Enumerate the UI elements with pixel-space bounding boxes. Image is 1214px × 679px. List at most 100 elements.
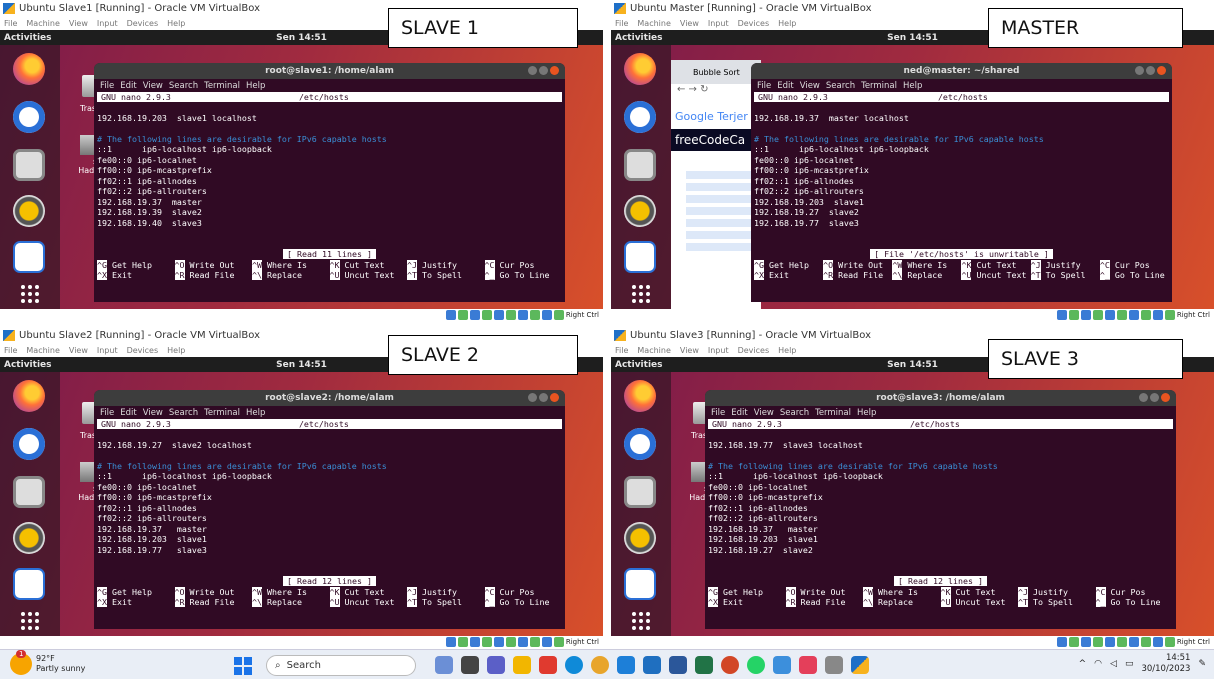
shared-folders-icon[interactable]: [493, 310, 504, 320]
vm-window-slave3[interactable]: Ubuntu Slave3 [Running] - Oracle VM Virt…: [611, 327, 1214, 649]
cpu-icon[interactable]: [529, 310, 540, 320]
thunderbird-icon[interactable]: [624, 101, 656, 133]
usb-icon[interactable]: [469, 637, 480, 647]
mouse-icon[interactable]: [1152, 310, 1163, 320]
maximize-icon[interactable]: [1150, 393, 1159, 402]
show-apps-icon[interactable]: [13, 277, 45, 309]
terminal-menu-item[interactable]: File: [100, 408, 114, 418]
vbox-menu-item[interactable]: View: [680, 346, 699, 355]
vm-window-slave1[interactable]: Ubuntu Slave1 [Running] - Oracle VM Virt…: [0, 0, 603, 322]
network-icon[interactable]: [481, 637, 492, 647]
mouse-icon[interactable]: [541, 310, 552, 320]
libreoffice-icon[interactable]: [624, 568, 656, 600]
firefox-icon[interactable]: [624, 53, 656, 85]
rhythmbox-icon[interactable]: [624, 522, 656, 554]
cpu-icon[interactable]: [529, 637, 540, 647]
vbox-menu-item[interactable]: Machine: [637, 19, 671, 28]
vbox-menu-item[interactable]: View: [680, 19, 699, 28]
mouse-icon[interactable]: [541, 637, 552, 647]
close-icon[interactable]: [550, 393, 559, 402]
terminal-menu-item[interactable]: File: [100, 81, 114, 91]
weather-widget[interactable]: 1 92°F Partly sunny: [10, 650, 85, 675]
cd-icon[interactable]: [457, 637, 468, 647]
keyboard-icon[interactable]: [553, 637, 564, 647]
files-icon[interactable]: [624, 476, 656, 508]
network-icon[interactable]: [1092, 637, 1103, 647]
minimize-icon[interactable]: [1139, 393, 1148, 402]
vbox-menu-item[interactable]: Help: [778, 19, 796, 28]
terminal-window[interactable]: root@slave3: /home/alam File Edit View Searc…: [705, 390, 1176, 629]
nano-editor[interactable]: GNU nano 2.9.3/etc/hosts 192.168.19.203 s…: [94, 92, 565, 281]
gnome-clock[interactable]: Sen 14:51: [276, 33, 327, 43]
gnome-clock[interactable]: Sen 14:51: [887, 360, 938, 370]
rhythmbox-icon[interactable]: [624, 195, 656, 227]
terminal-menu-item[interactable]: Terminal: [861, 81, 897, 91]
teams-icon[interactable]: [487, 656, 505, 674]
firefox-icon[interactable]: [13, 380, 45, 412]
shared-folders-icon[interactable]: [493, 637, 504, 647]
keyboard-icon[interactable]: [1164, 310, 1175, 320]
show-apps-icon[interactable]: [624, 604, 656, 636]
vbox-menu-item[interactable]: Help: [167, 19, 185, 28]
usb-icon[interactable]: [1080, 637, 1091, 647]
network-icon[interactable]: [481, 310, 492, 320]
vbox-menu-item[interactable]: Input: [97, 346, 118, 355]
terminal-menu-item[interactable]: Edit: [731, 408, 747, 418]
virtualbox-icon[interactable]: [851, 656, 869, 674]
files-icon[interactable]: [13, 149, 45, 181]
gnome-clock[interactable]: Sen 14:51: [276, 360, 327, 370]
edge-icon[interactable]: [565, 656, 583, 674]
terminal-menu-item[interactable]: Terminal: [815, 408, 851, 418]
cpu-icon[interactable]: [1140, 637, 1151, 647]
powerpoint-icon[interactable]: [721, 656, 739, 674]
vbox-menu-item[interactable]: Machine: [26, 346, 60, 355]
activities-button[interactable]: Activities: [4, 33, 52, 43]
usb-icon[interactable]: [1080, 310, 1091, 320]
display-icon[interactable]: [1116, 637, 1127, 647]
whatsapp-icon[interactable]: [747, 656, 765, 674]
vbox-menu-item[interactable]: Help: [778, 346, 796, 355]
terminal-titlebar[interactable]: root@slave2: /home/alam: [94, 390, 565, 406]
browser-tab[interactable]: Bubble Sort: [671, 60, 761, 84]
nano-editor[interactable]: GNU nano 2.9.3/etc/hosts 192.168.19.77 sl…: [705, 419, 1176, 608]
terminal-window[interactable]: root@slave2: /home/alam File Edit View Searc…: [94, 390, 565, 629]
terminal-titlebar[interactable]: root@slave1: /home/alam: [94, 63, 565, 79]
store-icon[interactable]: [617, 656, 635, 674]
shared-folders-icon[interactable]: [1104, 310, 1115, 320]
vbox-menu-item[interactable]: File: [4, 19, 17, 28]
vbox-menu-item[interactable]: Devices: [127, 346, 159, 355]
vbox-menu-item[interactable]: File: [615, 19, 628, 28]
vbox-menu-item[interactable]: File: [615, 346, 628, 355]
vbox-menu-item[interactable]: Devices: [738, 346, 770, 355]
vbox-menu-item[interactable]: Machine: [26, 19, 60, 28]
recording-icon[interactable]: [517, 637, 528, 647]
speaker-icon[interactable]: ◁: [1110, 659, 1117, 669]
nano-editor[interactable]: GNU nano 2.9.3/etc/hosts 192.168.19.37 ma…: [751, 92, 1172, 281]
taskbar-clock[interactable]: 14:51 30/10/2023: [1141, 653, 1190, 675]
task-view-icon[interactable]: [461, 656, 479, 674]
display-icon[interactable]: [1116, 310, 1127, 320]
usb-icon[interactable]: [469, 310, 480, 320]
vbox-menu-item[interactable]: Devices: [127, 19, 159, 28]
minimize-icon[interactable]: [528, 393, 537, 402]
close-icon[interactable]: [550, 66, 559, 75]
vm-window-slave2[interactable]: Ubuntu Slave2 [Running] - Oracle VM Virt…: [0, 327, 603, 649]
explorer-icon[interactable]: [643, 656, 661, 674]
chrome-icon[interactable]: [591, 656, 609, 674]
rhythmbox-icon[interactable]: [13, 522, 45, 554]
vbox-menu-item[interactable]: View: [69, 19, 88, 28]
libreoffice-icon[interactable]: [13, 241, 45, 273]
hdd-icon[interactable]: [1056, 637, 1067, 647]
terminal-menu-item[interactable]: Help: [246, 408, 265, 418]
thunderbird-icon[interactable]: [624, 428, 656, 460]
maximize-icon[interactable]: [1146, 66, 1155, 75]
libreoffice-icon[interactable]: [13, 568, 45, 600]
cd-icon[interactable]: [1068, 637, 1079, 647]
terminal-titlebar[interactable]: ned@master: ~/shared: [751, 63, 1172, 79]
terminal-menu-item[interactable]: File: [711, 408, 725, 418]
shared-folders-icon[interactable]: [1104, 637, 1115, 647]
display-icon[interactable]: [505, 637, 516, 647]
files-icon[interactable]: [624, 149, 656, 181]
vbox-menu-item[interactable]: Input: [97, 19, 118, 28]
terminal-menu-item[interactable]: View: [143, 408, 163, 418]
